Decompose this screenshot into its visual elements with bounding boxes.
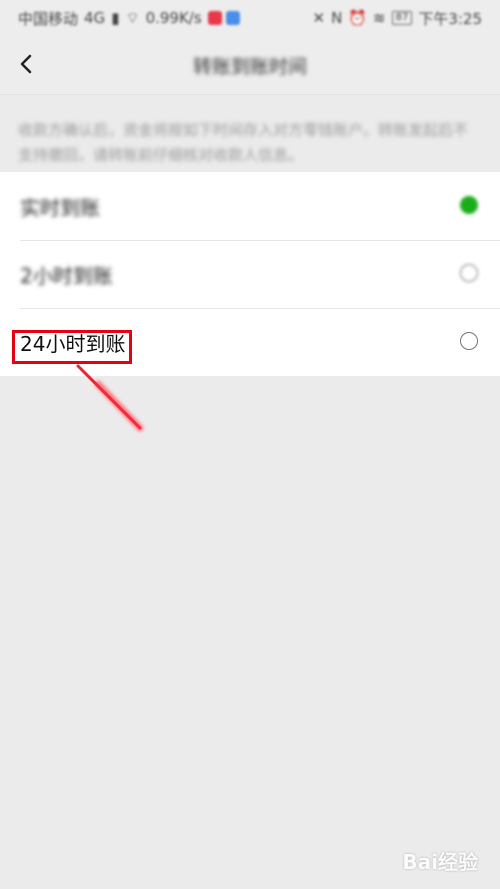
description-text: 收款方确认后，资金将按如下时间存入对方零钱账户。转账发起后不支持撤回，请转账前仔…: [18, 121, 469, 164]
mute-icon: ✕: [312, 9, 326, 27]
signal-icon: ▮: [111, 9, 120, 27]
nfc-icon: N: [331, 9, 343, 27]
alarm-icon: ⏰: [348, 9, 367, 27]
navigation-bar: 转账到账时间: [0, 36, 500, 95]
app-notification-icon: [207, 11, 222, 25]
battery-icon: 87: [391, 11, 413, 25]
option-2-hours[interactable]: 2小时到账: [0, 240, 500, 308]
carrier-label: 中国移动: [18, 9, 79, 28]
network-label: 4G: [84, 9, 106, 27]
option-24-hours[interactable]: 24小时到账: [0, 308, 500, 376]
status-bar: 中国移动 4G ▮ ⌔ 0.99K/s ✕ N ⏰ ≋ 87 下午3:25: [0, 0, 500, 36]
page-title: 转账到账时间: [192, 55, 307, 78]
option-label: 24小时到账: [20, 331, 126, 356]
transfer-time-options: 实时到账 2小时到账 24小时到账: [0, 172, 500, 376]
clock: 下午3:25: [418, 9, 482, 28]
radio-unchecked-icon[interactable]: [460, 264, 478, 282]
radio-unchecked-icon[interactable]: [460, 332, 478, 350]
wifi-icon: ⌔: [125, 8, 140, 27]
option-label: 2小时到账: [20, 263, 113, 288]
watermark-logo-mark: Bai经验: [402, 850, 478, 874]
option-realtime[interactable]: 实时到账: [0, 172, 500, 240]
app-notification-icon: [225, 11, 240, 25]
network-speed: 0.99K/s: [145, 9, 202, 27]
notification-icons: [207, 11, 240, 25]
option-label: 实时到账: [20, 195, 100, 220]
watermark-logo: Bai经验: [402, 846, 478, 875]
vibrate-icon: ≋: [373, 9, 386, 27]
radio-checked-icon[interactable]: [460, 196, 478, 214]
